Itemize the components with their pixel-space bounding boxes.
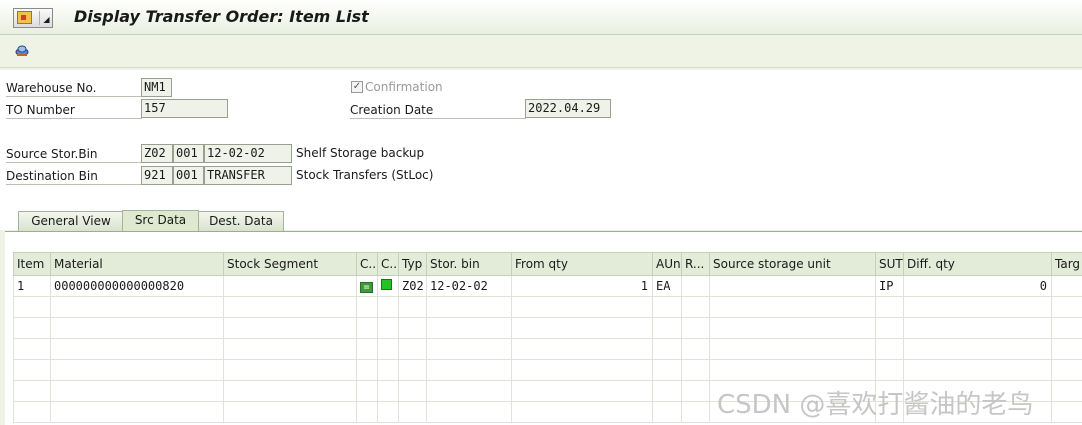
- creation-date-field[interactable]: 2022.04.29: [525, 99, 611, 118]
- cell-item[interactable]: 1: [14, 276, 51, 297]
- col-typ[interactable]: Typ: [399, 253, 427, 276]
- to-number-field[interactable]: 157: [141, 99, 228, 118]
- confirmation-label: Confirmation: [365, 78, 443, 96]
- col-item[interactable]: Item: [14, 253, 51, 276]
- source-bin-field[interactable]: 12-02-02: [204, 144, 292, 163]
- dest-bin-field[interactable]: TRANSFER: [204, 166, 292, 185]
- col-r[interactable]: R...: [682, 253, 710, 276]
- tab-general-view[interactable]: General View: [18, 211, 124, 231]
- confirmation-checkbox[interactable]: ✓: [351, 81, 363, 93]
- col-stor-bin[interactable]: Stor. bin: [427, 253, 512, 276]
- system-menu-button[interactable]: ◢: [13, 8, 53, 28]
- cell-stock-segment[interactable]: [224, 276, 357, 297]
- cell-material[interactable]: 000000000000000820: [51, 276, 224, 297]
- title-bar: ◢ Display Transfer Order: Item List: [0, 0, 1082, 35]
- cell-sut[interactable]: IP: [876, 276, 904, 297]
- source-type-field[interactable]: Z02: [141, 144, 173, 163]
- warehouse-label: Warehouse No.: [6, 79, 142, 97]
- table-row[interactable]: 1 000000000000000820 = Z02 12-02-02 1 EA…: [14, 276, 1082, 297]
- col-c2[interactable]: C..: [378, 253, 399, 276]
- col-aun[interactable]: AUn: [653, 253, 682, 276]
- source-bin-description: Shelf Storage backup: [296, 144, 424, 162]
- col-from-qty[interactable]: From qty: [512, 253, 653, 276]
- page-title: Display Transfer Order: Item List: [74, 7, 369, 26]
- cell-from-qty[interactable]: 1: [512, 276, 653, 297]
- display-object-icon[interactable]: [14, 43, 30, 57]
- to-number-label: TO Number: [6, 101, 142, 119]
- tab-strip: General View Src Data Dest. Data: [0, 205, 1082, 231]
- dest-type-field[interactable]: 921: [141, 166, 173, 185]
- cell-indicator1[interactable]: =: [357, 276, 378, 297]
- table-row[interactable]: [14, 318, 1082, 339]
- dest-bin-label: Destination Bin: [6, 167, 142, 185]
- watermark: CSDN @喜欢打酱油的老鸟: [717, 384, 1033, 421]
- col-sut[interactable]: SUT: [876, 253, 904, 276]
- system-menu-icon: [17, 11, 32, 24]
- cell-stor-bin[interactable]: 12-02-02: [427, 276, 512, 297]
- cell-diff-qty[interactable]: 0: [904, 276, 1052, 297]
- col-c1[interactable]: C..: [357, 253, 378, 276]
- col-diff-qty[interactable]: Diff. qty: [904, 253, 1052, 276]
- equal-status-icon: =: [360, 282, 373, 293]
- table-header-row: Item Material Stock Segment C.. C.. Typ …: [14, 253, 1082, 276]
- tab-src-data[interactable]: Src Data: [122, 210, 199, 232]
- cell-source-storage-unit[interactable]: [710, 276, 876, 297]
- source-bin-label: Source Stor.Bin: [6, 145, 142, 163]
- cell-typ[interactable]: Z02: [399, 276, 427, 297]
- col-source-storage-unit[interactable]: Source storage unit: [710, 253, 876, 276]
- cell-indicator2[interactable]: [378, 276, 399, 297]
- cell-aun[interactable]: EA: [653, 276, 682, 297]
- col-material[interactable]: Material: [51, 253, 224, 276]
- dest-bin-description: Stock Transfers (StLoc): [296, 166, 433, 184]
- table-row[interactable]: [14, 297, 1082, 318]
- col-stock-segment[interactable]: Stock Segment: [224, 253, 357, 276]
- cell-r[interactable]: [682, 276, 710, 297]
- dest-section-field[interactable]: 001: [173, 166, 204, 185]
- table-row[interactable]: [14, 360, 1082, 381]
- col-targ[interactable]: Targ: [1052, 253, 1082, 276]
- application-toolbar: [0, 35, 1082, 68]
- table-row[interactable]: [14, 339, 1082, 360]
- tab-dest-data[interactable]: Dest. Data: [198, 211, 284, 231]
- creation-date-label: Creation Date: [350, 101, 526, 119]
- dropdown-arrow-icon: ◢: [39, 11, 53, 25]
- warehouse-field[interactable]: NM1: [141, 78, 172, 97]
- source-section-field[interactable]: 001: [173, 144, 204, 163]
- cell-targ[interactable]: [1052, 276, 1082, 297]
- green-square-icon: [381, 279, 392, 290]
